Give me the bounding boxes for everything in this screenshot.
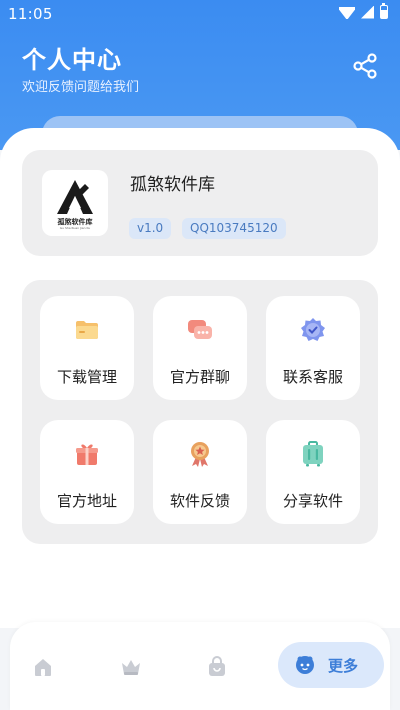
menu-grid: 下载管理 官方群聊 联系客服 官方地址 软件反馈 分享软件 [22, 280, 378, 544]
menu-label: 联系客服 [282, 368, 343, 386]
menu-label: 软件反馈 [169, 492, 230, 510]
logo-subtext: Gu Sha Ruan Jian Ku [59, 226, 91, 230]
battery-icon [380, 3, 388, 19]
menu-contact-support[interactable]: 联系客服 [266, 296, 360, 400]
logo-icon [57, 180, 93, 214]
status-icons [339, 3, 388, 19]
bottom-nav: 更多 [10, 622, 390, 710]
menu-share-software[interactable]: 分享软件 [266, 420, 360, 524]
menu-software-feedback[interactable]: 软件反馈 [153, 420, 247, 524]
crown-icon [122, 660, 140, 675]
app-logo: 孤煞软件库 Gu Sha Ruan Jian Ku [42, 170, 108, 236]
gift-icon [76, 444, 98, 465]
verified-badge-icon [301, 318, 325, 341]
nav-bag[interactable] [206, 656, 228, 678]
medal-icon [191, 442, 209, 467]
page-title: 个人中心 [22, 46, 122, 74]
menu-label: 官方群聊 [169, 368, 230, 386]
nav-home[interactable] [32, 656, 54, 678]
home-icon [35, 659, 51, 676]
bag-icon [209, 656, 225, 676]
chat-icon [188, 320, 212, 339]
menu-label: 下载管理 [56, 368, 117, 386]
qq-badge[interactable]: QQ103745120 [182, 218, 286, 239]
nav-more-label: 更多 [328, 657, 359, 675]
more-icon [296, 656, 314, 674]
profile-name: 孤煞软件库 [130, 175, 215, 195]
folder-icon [76, 321, 98, 339]
version-badge: v1.0 [129, 218, 172, 239]
menu-official-address[interactable]: 官方地址 [40, 420, 134, 524]
menu-official-group[interactable]: 官方群聊 [153, 296, 247, 400]
share-icon [353, 53, 377, 79]
nav-crown[interactable] [120, 656, 142, 678]
status-time: 11:05 [8, 5, 53, 23]
signal-icon [361, 5, 374, 19]
menu-download-management[interactable]: 下载管理 [40, 296, 134, 400]
nav-more[interactable]: 更多 [278, 642, 384, 688]
page-subtitle: 欢迎反馈问题给我们 [22, 80, 140, 95]
wifi-icon [339, 5, 355, 19]
menu-label: 分享软件 [282, 492, 343, 510]
menu-label: 官方地址 [56, 492, 117, 510]
status-bar: 11:05 [0, 0, 400, 28]
share-button[interactable] [352, 52, 380, 80]
suitcase-icon [303, 441, 323, 467]
profile-card[interactable]: 孤煞软件库 Gu Sha Ruan Jian Ku 孤煞软件库 v1.0 QQ1… [22, 150, 378, 256]
